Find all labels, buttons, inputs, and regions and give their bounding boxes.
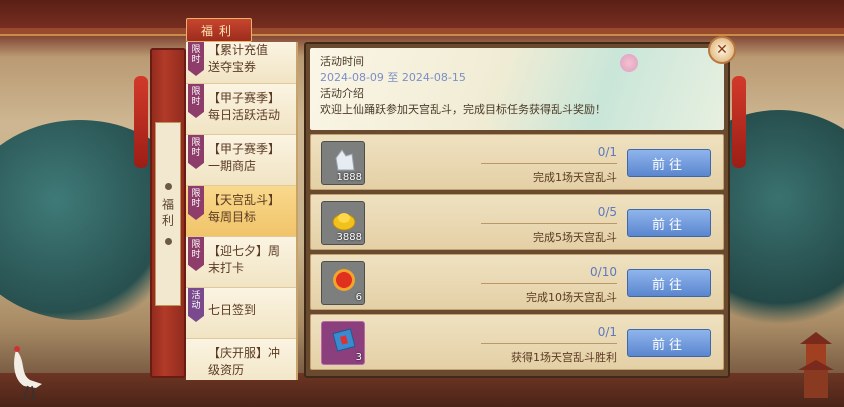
limited-time-tag: 限时 [188, 237, 204, 271]
category-list[interactable]: 限时 【累计充值 送夺宝券 限时 【甲子赛季】 每日活跃活动 限时 【甲子赛季】… [186, 42, 298, 380]
reward-quantity: 6 [355, 292, 362, 303]
divider [481, 163, 617, 164]
task-progress: 0/1 [597, 325, 617, 339]
activity-tag: 活动 [188, 288, 204, 322]
welfare-title-tab: 福利 [186, 18, 252, 42]
limited-time-tag: 限时 [188, 135, 204, 169]
category-label: 级资历 [208, 363, 245, 377]
go-button[interactable]: 前往 [627, 209, 711, 237]
activity-intro-text: 欢迎上仙踊跃参加天宫乱斗，完成目标任务获得乱斗奖励！ [320, 103, 606, 116]
reward-item-slot[interactable]: 6 [321, 261, 365, 305]
activity-content: 活动时间 2024-08-09 至 2024-08-15 活动介绍 欢迎上仙踊跃… [304, 36, 736, 378]
silver-ore-icon [335, 149, 355, 171]
red-gem-icon [333, 269, 355, 291]
category-label: 【累计充值 [208, 43, 269, 57]
category-label: 【庆开服】冲 [208, 346, 281, 360]
reward-item-slot[interactable]: 3888 [321, 201, 365, 245]
task-row: 6 0/10 完成10场天宫乱斗 前往 [310, 254, 724, 310]
divider [481, 223, 617, 224]
category-item-server-open[interactable]: 【庆开服】冲 级资历 [186, 339, 296, 380]
close-icon: ✕ [716, 42, 728, 58]
activity-time-label: 活动时间 [320, 55, 364, 68]
category-item-qixi[interactable]: 限时 【迎七夕】周 末打卡 [186, 237, 296, 288]
reward-quantity: 3888 [336, 232, 362, 243]
petal-decoration-icon [620, 54, 638, 72]
side-strip: 福利 [150, 48, 186, 378]
category-label: 【甲子赛季】 [208, 142, 281, 156]
task-progress: 0/10 [590, 265, 617, 279]
blue-scroll-icon [332, 328, 356, 352]
category-label: 【迎七夕】周 [208, 244, 281, 258]
category-label: 【甲子赛季】 [208, 91, 281, 105]
task-row: 1888 0/1 完成1场天宫乱斗 前往 [310, 134, 724, 190]
side-vertical-text: 福利 [160, 198, 175, 230]
category-item-recharge[interactable]: 限时 【累计充值 送夺宝券 [186, 42, 296, 84]
lantern-left-icon [134, 76, 148, 168]
reward-item-slot[interactable]: 3 [321, 321, 365, 365]
activity-intro-label: 活动介绍 [320, 87, 364, 100]
category-label: 一期商店 [208, 159, 257, 173]
task-row: 3888 0/5 完成5场天宫乱斗 前往 [310, 194, 724, 250]
category-label: 【天宫乱斗】 [208, 193, 281, 207]
limited-time-tag: 限时 [188, 186, 204, 220]
go-button[interactable]: 前往 [627, 269, 711, 297]
pavilion-icon [798, 332, 834, 398]
category-label: 末打卡 [208, 261, 245, 275]
category-item-seven-day-signin[interactable]: 活动 七日签到 [186, 288, 296, 339]
go-button[interactable]: 前往 [627, 149, 711, 177]
task-progress: 0/5 [597, 205, 617, 219]
activity-info: 活动时间 2024-08-09 至 2024-08-15 活动介绍 欢迎上仙踊跃… [310, 36, 736, 130]
task-row: 3 0/1 获得1场天宫乱斗胜利 前往 [310, 314, 724, 370]
reward-quantity: 1888 [336, 172, 362, 183]
category-item-weekly-goal[interactable]: 限时 【天宫乱斗】 每周目标 [186, 186, 296, 237]
go-button[interactable]: 前往 [627, 329, 711, 357]
category-label: 每周目标 [208, 210, 257, 224]
side-welfare-label[interactable]: 福利 [155, 122, 181, 306]
task-description: 完成10场天宫乱斗 [526, 291, 617, 304]
divider [481, 283, 617, 284]
category-label: 每日活跃活动 [208, 108, 281, 122]
task-description: 完成5场天宫乱斗 [533, 231, 617, 244]
limited-time-tag: 限时 [188, 84, 204, 118]
limited-time-tag: 限时 [188, 42, 204, 76]
category-item-daily-active[interactable]: 限时 【甲子赛季】 每日活跃活动 [186, 84, 296, 135]
category-label: 七日签到 [208, 303, 257, 317]
task-progress: 0/1 [597, 145, 617, 159]
crane-icon [14, 346, 43, 400]
divider [481, 343, 617, 344]
dot-icon [164, 238, 172, 245]
gold-ingot-icon [332, 213, 356, 231]
reward-quantity: 3 [355, 352, 362, 363]
category-label: 送夺宝券 [208, 60, 257, 74]
task-description: 完成1场天宫乱斗 [533, 171, 617, 184]
category-item-shop[interactable]: 限时 【甲子赛季】 一期商店 [186, 135, 296, 186]
reward-item-slot[interactable]: 1888 [321, 141, 365, 185]
dot-icon [164, 183, 172, 190]
activity-date-range: 2024-08-09 至 2024-08-15 [320, 71, 466, 84]
task-description: 获得1场天宫乱斗胜利 [511, 351, 617, 364]
welfare-panel: 福利 福利 限时 【累计充值 送夺宝券 限时 【甲子赛季】 每日活跃活动 限时 … [150, 18, 740, 380]
close-button[interactable]: ✕ [708, 36, 736, 64]
